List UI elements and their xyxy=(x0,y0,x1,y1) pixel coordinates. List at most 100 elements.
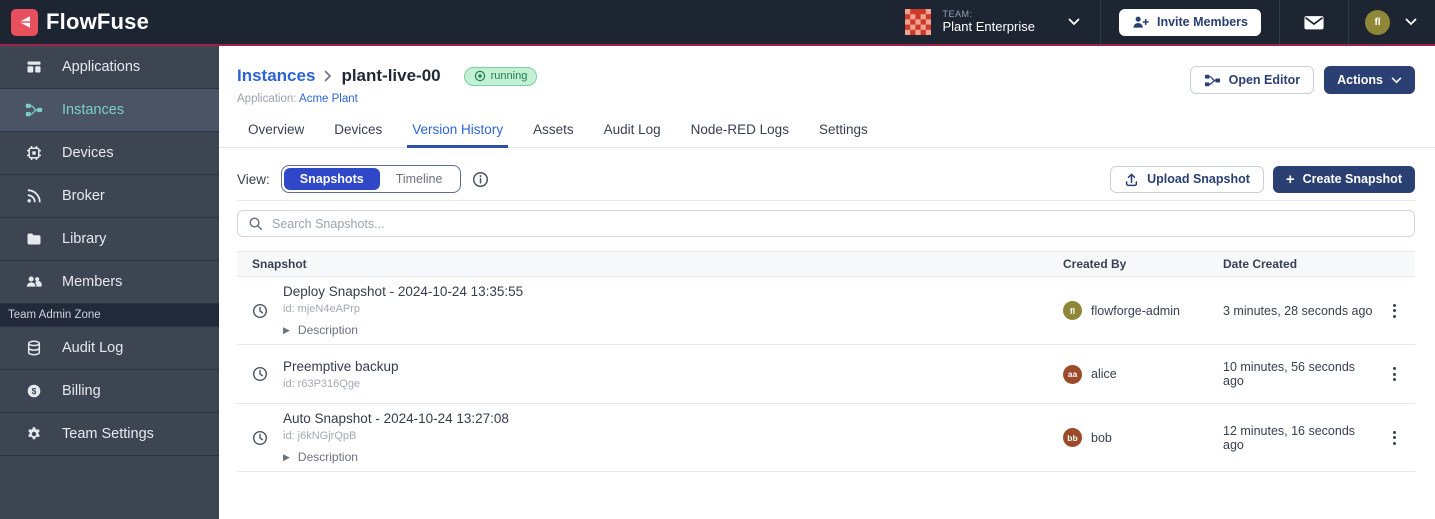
navbar-right: TEAM: Plant Enterprise Invite Members xyxy=(891,0,1435,44)
snapshot-title: Deploy Snapshot - 2024-10-24 13:35:55 xyxy=(283,284,523,299)
row-menu-cell xyxy=(1373,427,1415,449)
envelope-icon xyxy=(1303,14,1325,31)
info-icon[interactable] xyxy=(472,171,489,188)
application-line: Application: Acme Plant xyxy=(237,93,537,105)
open-editor-button[interactable]: Open Editor xyxy=(1190,66,1315,94)
toolbar: View: Snapshots Timeline xyxy=(237,165,1415,193)
sidebar-section-team-admin-zone: Team Admin Zone xyxy=(0,304,219,327)
caret-right-icon: ▶ xyxy=(283,453,290,462)
create-snapshot-button[interactable]: + Create Snapshot xyxy=(1273,166,1415,193)
snapshot-id: id: r63P316Qge xyxy=(283,378,399,390)
tab-node-red-logs[interactable]: Node-RED Logs xyxy=(691,122,789,147)
tab-audit-log[interactable]: Audit Log xyxy=(604,122,661,147)
row-menu-cell xyxy=(1373,363,1415,385)
sidebar-item-members[interactable]: Members xyxy=(0,261,219,304)
open-editor-label: Open Editor xyxy=(1229,73,1301,87)
table-row: Auto Snapshot - 2024-10-24 13:27:08 id: … xyxy=(237,404,1415,472)
folder-icon xyxy=(25,231,43,247)
upload-snapshot-button[interactable]: Upload Snapshot xyxy=(1110,166,1264,193)
view-toggle-group: View: Snapshots Timeline xyxy=(237,165,489,193)
top-navbar: FlowFuse TEAM: Plant Enterprise xyxy=(0,0,1435,46)
tab-assets[interactable]: Assets xyxy=(533,122,574,147)
main-content: Instances plant-live-00 running Appli xyxy=(219,46,1435,519)
snapshot-cell: Preemptive backup id: r63P316Qge xyxy=(237,359,1063,390)
breadcrumb-instances-link[interactable]: Instances xyxy=(237,66,315,86)
application-link[interactable]: Acme Plant xyxy=(299,93,358,105)
tab-overview[interactable]: Overview xyxy=(248,122,304,147)
sidebar-item-applications[interactable]: Applications xyxy=(0,46,219,89)
kebab-menu-icon[interactable] xyxy=(1389,427,1400,449)
sidebar-item-instances[interactable]: Instances xyxy=(0,89,219,132)
snapshots-table: Snapshot Created By Date Created xyxy=(237,251,1415,472)
actions-button[interactable]: Actions xyxy=(1324,66,1415,94)
kebab-menu-icon[interactable] xyxy=(1389,300,1400,322)
node-red-editor-icon xyxy=(1204,74,1221,87)
instance-tabs: Overview Devices Version History Assets … xyxy=(219,122,1435,148)
table-row: Deploy Snapshot - 2024-10-24 13:35:55 id… xyxy=(237,277,1415,345)
snapshot-info: Auto Snapshot - 2024-10-24 13:27:08 id: … xyxy=(283,411,509,464)
description-toggle[interactable]: ▶ Description xyxy=(283,450,509,464)
chevron-down-icon xyxy=(1068,18,1080,26)
sidebar-item-billing[interactable]: $ Billing xyxy=(0,370,219,413)
description-toggle[interactable]: ▶ Description xyxy=(283,323,523,337)
sidebar-item-label: Members xyxy=(62,274,122,290)
page-header-left: Instances plant-live-00 running Appli xyxy=(237,66,537,105)
snapshot-cell: Auto Snapshot - 2024-10-24 13:27:08 id: … xyxy=(237,411,1063,464)
clock-icon xyxy=(237,366,283,382)
clock-icon xyxy=(237,303,283,319)
database-icon xyxy=(25,340,43,356)
sidebar-item-library[interactable]: Library xyxy=(0,218,219,261)
kebab-menu-icon[interactable] xyxy=(1389,363,1400,385)
application-label: Application: xyxy=(237,93,296,105)
app-root: FlowFuse TEAM: Plant Enterprise xyxy=(0,0,1435,519)
sidebar-item-label: Billing xyxy=(62,383,101,399)
tab-settings[interactable]: Settings xyxy=(819,122,868,147)
description-label: Description xyxy=(298,323,358,337)
toggle-snapshots[interactable]: Snapshots xyxy=(284,168,380,190)
date-created-cell: 3 minutes, 28 seconds ago xyxy=(1223,304,1373,318)
search-input[interactable] xyxy=(272,217,1414,231)
team-labels: TEAM: Plant Enterprise xyxy=(942,9,1035,35)
team-name: Plant Enterprise xyxy=(942,20,1035,35)
avatar: fl xyxy=(1063,301,1082,320)
created-by-cell: aa alice xyxy=(1063,365,1223,384)
view-label: View: xyxy=(237,172,270,187)
team-identicon xyxy=(905,9,931,35)
invite-members-label: Invite Members xyxy=(1157,15,1248,29)
sidebar-item-label: Audit Log xyxy=(62,340,123,356)
invite-members-button[interactable]: Invite Members xyxy=(1119,9,1261,36)
instances-icon xyxy=(25,103,43,117)
snapshot-info: Deploy Snapshot - 2024-10-24 13:35:55 id… xyxy=(283,284,523,337)
sidebar-item-audit-log[interactable]: Audit Log xyxy=(0,327,219,370)
svg-text:$: $ xyxy=(32,386,37,396)
upload-snapshot-label: Upload Snapshot xyxy=(1147,172,1250,186)
created-by-cell: bb bob xyxy=(1063,428,1223,447)
sidebar: Applications Instances xyxy=(0,46,219,519)
flowfuse-logo[interactable]: FlowFuse xyxy=(0,9,149,36)
tab-devices[interactable]: Devices xyxy=(334,122,382,147)
created-by-cell: fl flowforge-admin xyxy=(1063,301,1223,320)
status-badge-label: running xyxy=(491,70,528,82)
user-menu[interactable]: fl xyxy=(1349,0,1435,44)
chevron-down-icon xyxy=(1391,77,1402,84)
header-actions: Open Editor Actions xyxy=(1190,66,1415,94)
search-bar xyxy=(237,210,1415,237)
description-label: Description xyxy=(298,450,358,464)
tab-version-history[interactable]: Version History xyxy=(412,122,503,147)
sidebar-item-label: Instances xyxy=(62,102,124,118)
user-plus-icon xyxy=(1132,15,1149,29)
toggle-timeline[interactable]: Timeline xyxy=(380,168,459,190)
date-created-cell: 10 minutes, 56 seconds ago xyxy=(1223,360,1373,388)
sidebar-item-team-settings[interactable]: Team Settings xyxy=(0,413,219,456)
clock-icon xyxy=(237,430,283,446)
author-name: bob xyxy=(1091,431,1112,445)
column-header-snapshot: Snapshot xyxy=(237,257,1063,271)
breadcrumb: Instances plant-live-00 running xyxy=(237,66,537,86)
sidebar-item-broker[interactable]: Broker xyxy=(0,175,219,218)
sidebar-item-devices[interactable]: Devices xyxy=(0,132,219,175)
upload-icon xyxy=(1124,172,1139,187)
dollar-icon: $ xyxy=(25,383,43,399)
notifications-button[interactable] xyxy=(1303,14,1325,31)
team-selector[interactable]: TEAM: Plant Enterprise xyxy=(891,0,1100,44)
snapshots-panel: Snapshot Created By Date Created xyxy=(237,200,1415,472)
